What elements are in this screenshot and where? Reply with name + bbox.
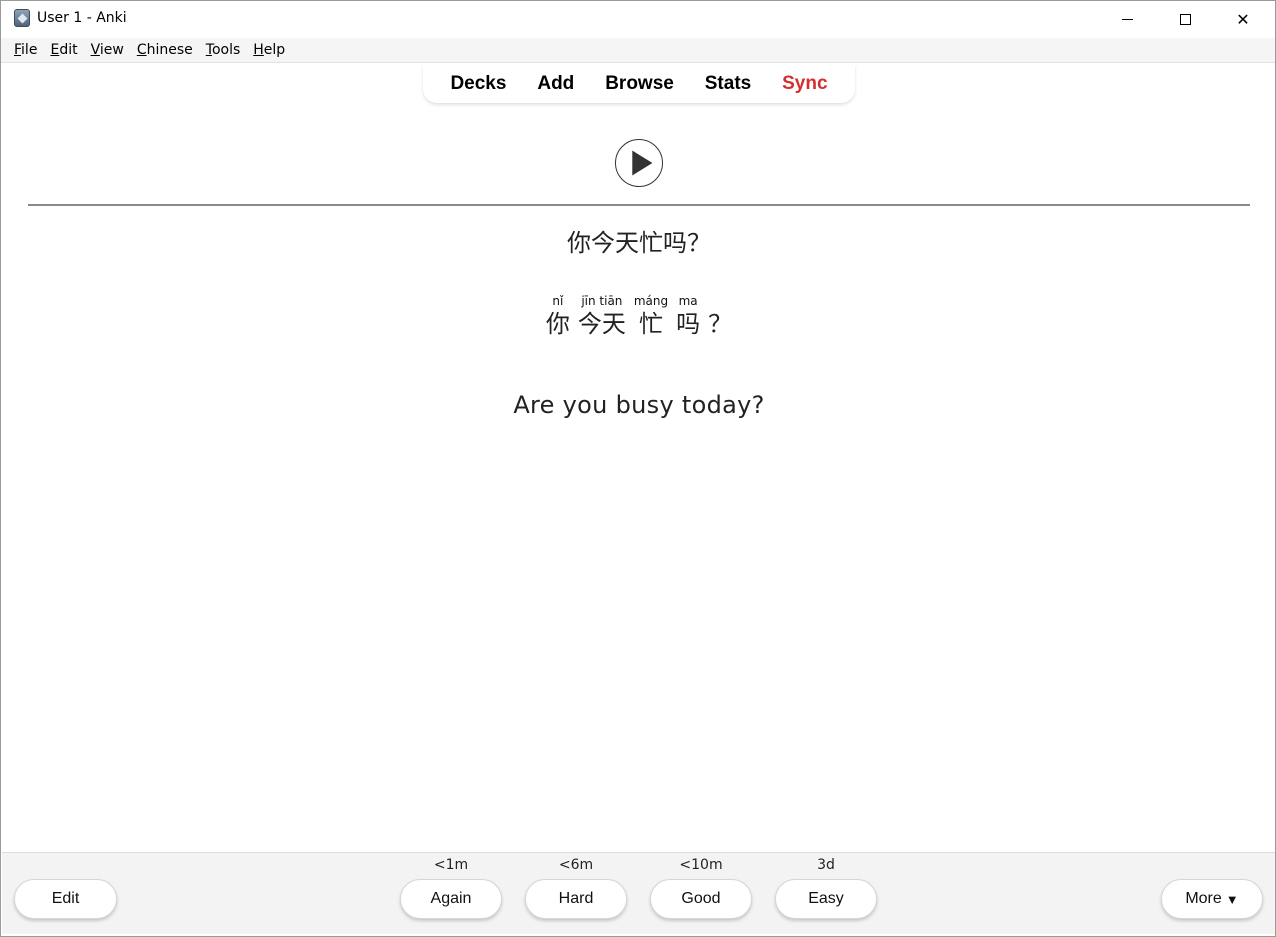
pinyin-text: jīn tiān <box>581 294 623 308</box>
hard-interval: <6m <box>558 857 594 873</box>
card-sentence: 你今天忙吗？ <box>567 229 711 257</box>
pinyin-text: nǐ <box>552 294 564 308</box>
review-bottom-bar: Edit <1m Again <6m Hard <10m Good 3d Eas… <box>2 852 1275 934</box>
easy-button[interactable]: Easy <box>775 879 877 919</box>
toolbar-decks-link[interactable]: Decks <box>450 73 506 95</box>
hanzi-text: 今天 <box>577 310 626 338</box>
minimize-icon <box>1121 18 1133 20</box>
menu-edit[interactable]: Edit <box>44 42 83 58</box>
minimize-button[interactable] <box>1098 1 1156 37</box>
dropdown-arrow-icon: ▼ <box>1225 891 1239 907</box>
edit-button[interactable]: Edit <box>14 879 117 919</box>
hanzi-text: 你 <box>545 310 570 338</box>
window-title: User 1 - Anki <box>37 10 127 26</box>
ruby-unit: máng 忙 <box>634 293 668 339</box>
more-button[interactable]: More ▼ <box>1161 879 1263 919</box>
again-interval: <1m <box>433 857 469 873</box>
ruby-unit: nǐ 你 <box>546 293 570 339</box>
pinyin-text: máng <box>633 294 669 308</box>
play-audio-button[interactable] <box>615 139 663 187</box>
menu-chinese[interactable]: Chinese <box>131 42 199 58</box>
maximize-button[interactable] <box>1156 1 1214 37</box>
menu-file[interactable]: File <box>8 42 43 58</box>
pinyin-text: ma <box>678 294 698 308</box>
menu-help[interactable]: Help <box>247 42 291 58</box>
hanzi-text: 忙 <box>638 310 663 338</box>
toolbar-sync-link[interactable]: Sync <box>782 73 827 95</box>
title-bar: User 1 - Anki ✕ <box>1 1 1275 37</box>
anki-app-icon <box>14 9 30 27</box>
ruby-unit: jīn tiān 今天 <box>578 293 626 339</box>
maximize-icon <box>1179 13 1191 25</box>
ruby-unit: ？ <box>708 293 732 339</box>
close-icon: ✕ <box>1236 9 1250 29</box>
pinyin-annotated-sentence: nǐ 你 jīn tiān 今天 máng 忙 ma 吗 ？ <box>1 293 1276 339</box>
ruby-unit: ma 吗 <box>676 293 700 339</box>
card-translation: Are you busy today? <box>513 391 765 419</box>
anki-window: User 1 - Anki ✕ File Edit View Chinese T… <box>0 0 1276 937</box>
close-button[interactable]: ✕ <box>1214 1 1272 37</box>
toolbar-browse-link[interactable]: Browse <box>605 73 674 95</box>
question-answer-divider <box>28 204 1250 206</box>
again-button[interactable]: Again <box>400 879 502 919</box>
good-button[interactable]: Good <box>650 879 752 919</box>
hanzi-text: ？ <box>708 310 733 338</box>
good-interval: <10m <box>679 857 723 873</box>
menu-view[interactable]: View <box>85 42 130 58</box>
menu-tools[interactable]: Tools <box>200 42 247 58</box>
more-button-label: More <box>1185 890 1222 907</box>
easy-interval: 3d <box>817 857 835 873</box>
hanzi-text: 吗 <box>676 310 701 338</box>
play-icon <box>632 150 653 176</box>
menu-bar: File Edit View Chinese Tools Help <box>1 38 1275 63</box>
hard-button[interactable]: Hard <box>525 879 627 919</box>
main-toolbar: Decks Add Browse Stats Sync <box>423 65 855 103</box>
toolbar-add-link[interactable]: Add <box>537 73 574 95</box>
toolbar-stats-link[interactable]: Stats <box>705 73 751 95</box>
